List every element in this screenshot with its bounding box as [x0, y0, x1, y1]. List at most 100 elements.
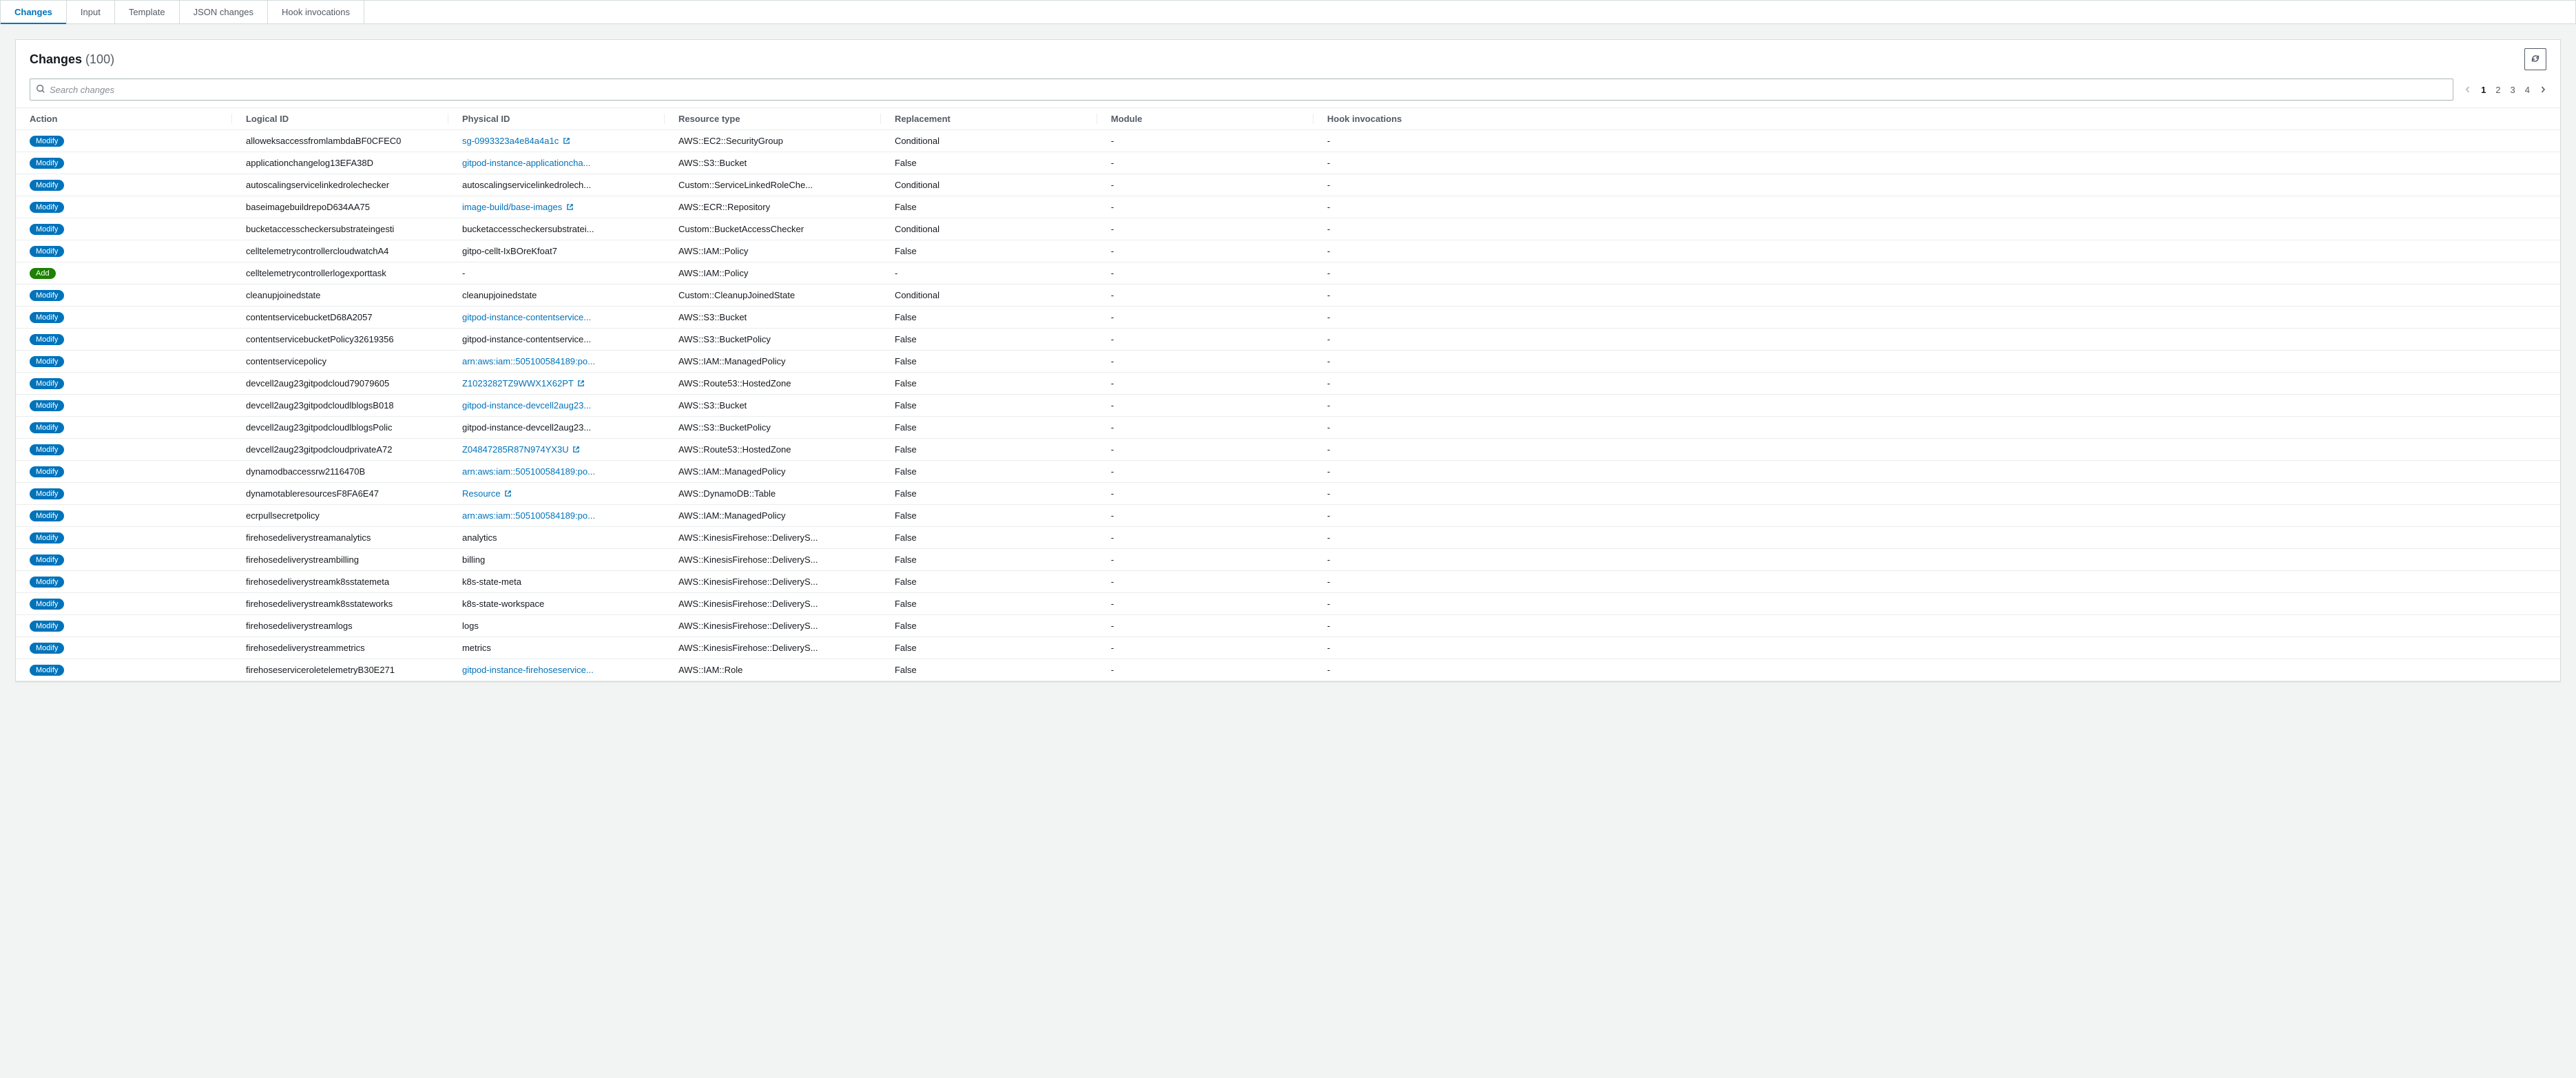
cell-replacement: False — [881, 240, 1097, 262]
cell-replacement: False — [881, 395, 1097, 417]
refresh-icon — [2531, 54, 2540, 65]
cell-replacement: False — [881, 307, 1097, 329]
pagination-page-1[interactable]: 1 — [2481, 85, 2486, 95]
modify-badge: Modify — [30, 422, 64, 433]
col-header-action[interactable]: Action — [16, 108, 232, 130]
tab-template[interactable]: Template — [115, 1, 180, 23]
table-row: Modifyfirehosedeliverystreamanalyticsana… — [16, 527, 2560, 549]
table-row: Addcelltelemetrycontrollerlogexporttask-… — [16, 262, 2560, 284]
physical-id-link[interactable]: gitpod-instance-firehoseservice... — [462, 665, 594, 675]
search-box[interactable] — [30, 79, 2453, 101]
cell-resource-type: AWS::ECR::Repository — [665, 196, 881, 218]
table-row: Modifydevcell2aug23gitpodcloudlblogsPoli… — [16, 417, 2560, 439]
modify-badge: Modify — [30, 532, 64, 543]
cell-module: - — [1097, 395, 1313, 417]
cell-replacement: False — [881, 659, 1097, 681]
panel-title-text: Changes — [30, 52, 82, 66]
table-row: Modifydynamodbaccessrw2116470Barn:aws:ia… — [16, 461, 2560, 483]
cell-logical-id: applicationchangelog13EFA38D — [232, 152, 448, 174]
col-header-hook-invocations[interactable]: Hook invocations — [1313, 108, 2560, 130]
cell-replacement: False — [881, 196, 1097, 218]
cell-action: Modify — [16, 130, 232, 152]
table-row: ModifybaseimagebuildrepoD634AA75image-bu… — [16, 196, 2560, 218]
tab-hook-invocations[interactable]: Hook invocations — [268, 1, 364, 23]
cell-hook-invocations: - — [1313, 329, 2560, 351]
pagination-page-3[interactable]: 3 — [2511, 85, 2515, 95]
cell-replacement: False — [881, 439, 1097, 461]
table-row: ModifycontentservicebucketPolicy32619356… — [16, 329, 2560, 351]
physical-id-link[interactable]: arn:aws:iam::505100584189:po... — [462, 510, 595, 521]
table-row: Modifybucketaccesscheckersubstrateingest… — [16, 218, 2560, 240]
external-link-icon — [563, 136, 570, 147]
physical-id-link[interactable]: arn:aws:iam::505100584189:po... — [462, 466, 595, 477]
physical-id-link[interactable]: Resource — [462, 488, 512, 499]
col-header-physical-id[interactable]: Physical ID — [448, 108, 665, 130]
cell-physical-id: gitpod-instance-firehoseservice... — [448, 659, 665, 681]
external-link-icon — [577, 379, 585, 389]
cell-physical-id: gitpod-instance-devcell2aug23... — [448, 395, 665, 417]
modify-badge: Modify — [30, 378, 64, 389]
cell-resource-type: AWS::KinesisFirehose::DeliveryS... — [665, 637, 881, 659]
tab-input[interactable]: Input — [67, 1, 115, 23]
cell-replacement: False — [881, 593, 1097, 615]
tab-json-changes[interactable]: JSON changes — [180, 1, 268, 23]
cell-physical-id: - — [448, 262, 665, 284]
table-row: Modifyfirehosedeliverystreammetricsmetri… — [16, 637, 2560, 659]
cell-action: Modify — [16, 571, 232, 593]
cell-physical-id: gitpod-instance-applicationcha... — [448, 152, 665, 174]
physical-id-link[interactable]: gitpod-instance-applicationcha... — [462, 158, 590, 168]
physical-id-link[interactable]: sg-0993323a4e84a4a1c — [462, 136, 570, 146]
cell-module: - — [1097, 174, 1313, 196]
modify-badge: Modify — [30, 158, 64, 169]
cell-module: - — [1097, 527, 1313, 549]
physical-id-link[interactable]: gitpod-instance-contentservice... — [462, 312, 591, 322]
cell-resource-type: Custom::ServiceLinkedRoleChe... — [665, 174, 881, 196]
physical-id-link[interactable]: image-build/base-images — [462, 202, 574, 212]
cell-logical-id: firehosedeliverystreamanalytics — [232, 527, 448, 549]
col-header-replacement[interactable]: Replacement — [881, 108, 1097, 130]
cell-replacement: False — [881, 527, 1097, 549]
table-row: ModifyfirehosedeliverystreamlogslogsAWS:… — [16, 615, 2560, 637]
cell-hook-invocations: - — [1313, 307, 2560, 329]
modify-badge: Modify — [30, 202, 64, 213]
cell-resource-type: AWS::IAM::Policy — [665, 262, 881, 284]
physical-id-link[interactable]: gitpod-instance-devcell2aug23... — [462, 400, 591, 411]
cell-physical-id: image-build/base-images — [448, 196, 665, 218]
col-header-logical-id[interactable]: Logical ID — [232, 108, 448, 130]
table-row: Modifydevcell2aug23gitpodcloud79079605Z1… — [16, 373, 2560, 395]
physical-id-link[interactable]: Z04847285R87N974YX3U — [462, 444, 580, 455]
pagination-next[interactable] — [2539, 85, 2546, 95]
cell-physical-id: gitpod-instance-contentservice... — [448, 307, 665, 329]
col-header-module[interactable]: Module — [1097, 108, 1313, 130]
pagination-page-2[interactable]: 2 — [2495, 85, 2500, 95]
cell-physical-id: metrics — [448, 637, 665, 659]
cell-hook-invocations: - — [1313, 218, 2560, 240]
table-row: Modifydevcell2aug23gitpodcloudlblogsB018… — [16, 395, 2560, 417]
cell-resource-type: AWS::S3::Bucket — [665, 307, 881, 329]
cell-replacement: False — [881, 505, 1097, 527]
chevron-left-icon — [2464, 85, 2471, 95]
pagination-page-4[interactable]: 4 — [2525, 85, 2530, 95]
col-header-resource-type[interactable]: Resource type — [665, 108, 881, 130]
cell-module: - — [1097, 351, 1313, 373]
table-row: ModifycelltelemetrycontrollercloudwatchA… — [16, 240, 2560, 262]
refresh-button[interactable] — [2524, 48, 2546, 70]
table-row: Modifycleanupjoinedstatecleanupjoinedsta… — [16, 284, 2560, 307]
physical-id-link[interactable]: arn:aws:iam::505100584189:po... — [462, 356, 595, 366]
cell-module: - — [1097, 571, 1313, 593]
search-input[interactable] — [50, 85, 2447, 95]
cell-replacement: False — [881, 637, 1097, 659]
changes-panel: Changes (100) 1234 — [15, 39, 2561, 682]
modify-badge: Modify — [30, 334, 64, 345]
chevron-right-icon — [2539, 85, 2546, 95]
tab-changes[interactable]: Changes — [1, 1, 67, 23]
cell-replacement: Conditional — [881, 130, 1097, 152]
table-row: ModifydynamotableresourcesF8FA6E47Resour… — [16, 483, 2560, 505]
modify-badge: Modify — [30, 224, 64, 235]
pagination-prev[interactable] — [2464, 85, 2471, 95]
cell-replacement: - — [881, 262, 1097, 284]
cell-action: Modify — [16, 461, 232, 483]
modify-badge: Modify — [30, 488, 64, 499]
tabs: Changes Input Template JSON changes Hook… — [0, 0, 2576, 24]
physical-id-link[interactable]: Z1023282TZ9WWX1X62PT — [462, 378, 585, 388]
